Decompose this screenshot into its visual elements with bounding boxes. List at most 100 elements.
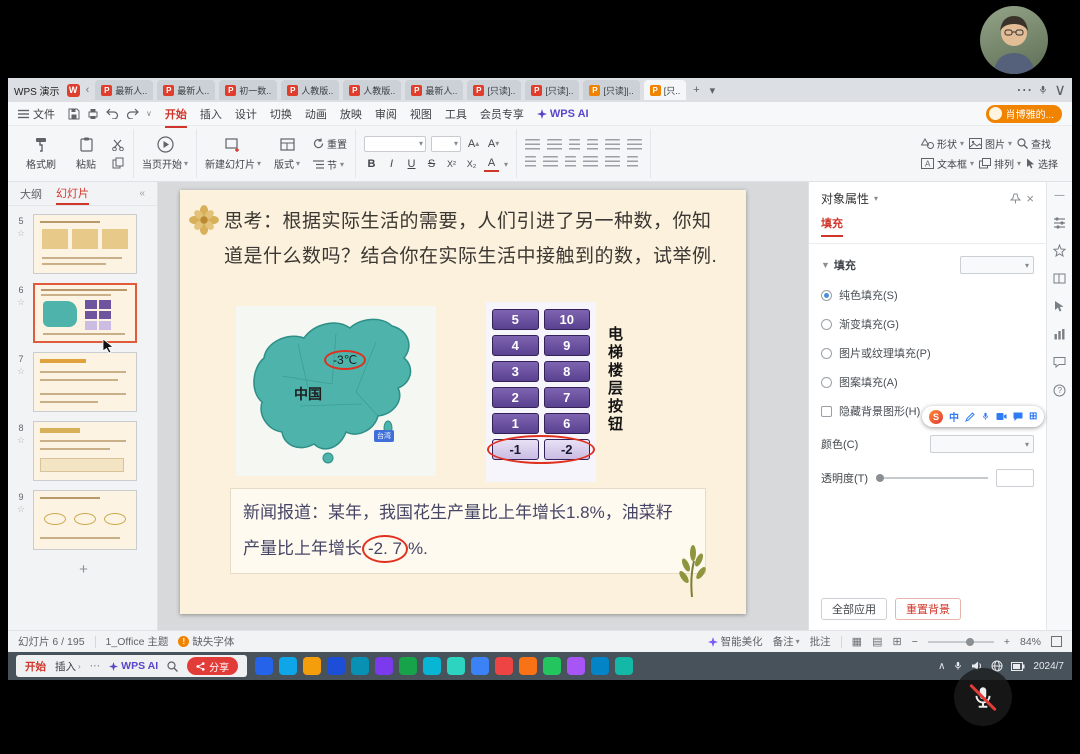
zoom-level[interactable]: 84%	[1020, 636, 1041, 648]
paste-button[interactable]: 粘贴	[67, 136, 105, 171]
menu-item-slideshow[interactable]: 放映	[340, 106, 362, 122]
pin-icon[interactable]	[1010, 193, 1021, 204]
font-color-button[interactable]: A	[484, 157, 499, 172]
taskbar-app-icon[interactable]	[591, 657, 609, 675]
slide-thumbnail-7[interactable]	[33, 352, 137, 412]
selection-pane-icon[interactable]	[1053, 300, 1066, 313]
layout-button[interactable]: 版式▾	[268, 136, 306, 171]
new-slide-button[interactable]: 新建幻灯片▾	[205, 136, 261, 171]
wps-s-logo[interactable]: S	[929, 410, 943, 424]
superscript-button[interactable]: X²	[444, 157, 459, 172]
shapes-button[interactable]: 形状▾	[921, 136, 964, 151]
undo-icon[interactable]	[106, 108, 119, 119]
tray-clock[interactable]: 2024/7	[1033, 661, 1064, 672]
textbox-button[interactable]: A 文本框▾	[921, 156, 974, 171]
document-tab[interactable]: P人教版..	[343, 80, 401, 100]
underline-button[interactable]: U	[404, 157, 419, 172]
properties-icon[interactable]	[1053, 216, 1066, 229]
more-icon[interactable]: ⋯	[1016, 80, 1032, 100]
document-tab[interactable]: P初一数..	[219, 80, 277, 100]
picture-button[interactable]: 图片▾	[969, 136, 1012, 151]
print-icon[interactable]	[87, 108, 99, 120]
chevron-down-icon[interactable]: ∨	[1054, 80, 1066, 100]
menu-item-wps-ai[interactable]: WPS AI	[537, 108, 589, 120]
chart-pane-icon[interactable]	[1053, 328, 1066, 341]
pen-icon[interactable]	[965, 412, 975, 422]
star-icon[interactable]: ☆	[17, 228, 25, 239]
color-dropdown[interactable]: ▾	[930, 435, 1034, 453]
help-icon[interactable]: ?	[1053, 384, 1066, 397]
tab-fill[interactable]: 填充	[821, 215, 843, 237]
close-icon[interactable]: ×	[1026, 191, 1034, 206]
arrange-button[interactable]: 排列▾	[979, 156, 1021, 171]
taskbar-app-icon[interactable]	[255, 657, 273, 675]
document-tab[interactable]: P[只读]..	[467, 80, 521, 100]
subscript-button[interactable]: X₂	[464, 157, 479, 172]
user-account-badge[interactable]: 肖博雅的...	[986, 105, 1062, 123]
transparency-slider[interactable]	[876, 477, 988, 479]
format-painter-button[interactable]: 格式刷	[22, 136, 60, 171]
wps-app-icon[interactable]: W	[67, 84, 80, 97]
font-family-select[interactable]: ▾	[364, 136, 426, 152]
chevron-down-icon[interactable]: ▾	[504, 160, 508, 169]
fill-option-row[interactable]: 纯色填充(S)	[821, 287, 1034, 303]
animation-pane-icon[interactable]	[1053, 244, 1066, 257]
play-from-current-button[interactable]: 当页开始▾	[142, 136, 188, 171]
taskbar-insert-tab[interactable]: 插入›	[55, 659, 81, 674]
taskbar-app-icon[interactable]	[471, 657, 489, 675]
notes-button[interactable]: 备注▾	[773, 634, 800, 649]
document-tab-active[interactable]: P[只..	[644, 80, 687, 100]
translate-icon[interactable]: 中	[949, 409, 959, 424]
taskbar-app-icon[interactable]	[447, 657, 465, 675]
more-icon[interactable]: ⋯	[90, 660, 101, 672]
missing-font-warning[interactable]: ! 缺失字体	[178, 634, 234, 649]
checkbox-hide-background[interactable]	[821, 406, 832, 417]
slide-6[interactable]: 思考：根据实际生活的需要，人们引进了另一种数，你知 道是什么数吗？结合你在实际生…	[180, 190, 746, 614]
taskbar-app-icon[interactable]	[279, 657, 297, 675]
menu-item-transition[interactable]: 切换	[270, 106, 292, 122]
chevron-down-icon[interactable]: ∨	[146, 109, 152, 118]
slide-thumbnail-9[interactable]	[33, 490, 137, 550]
taskbar-app-icon[interactable]	[519, 657, 537, 675]
normal-view-icon[interactable]: ▦	[852, 635, 862, 648]
transition-pane-icon[interactable]	[1053, 272, 1066, 285]
line-spacing-icon[interactable]	[605, 139, 620, 151]
italic-button[interactable]: I	[384, 157, 399, 172]
tab-scroll-left-icon[interactable]: ‹	[86, 84, 90, 96]
align-center-icon[interactable]	[543, 156, 558, 168]
star-icon[interactable]: ☆	[17, 297, 25, 308]
apply-all-button[interactable]: 全部应用	[821, 598, 887, 620]
taskbar-app-icon[interactable]	[351, 657, 369, 675]
taskbar-home-tab[interactable]: 开始	[25, 659, 46, 674]
increase-font-button[interactable]: A▴	[466, 136, 481, 151]
tray-mic-icon[interactable]	[953, 660, 963, 672]
redo-icon[interactable]	[126, 108, 139, 119]
cut-icon[interactable]	[112, 139, 125, 151]
taskbar-wps-ai[interactable]: WPS AI	[109, 660, 158, 672]
bold-button[interactable]: B	[364, 157, 379, 172]
copy-icon[interactable]	[112, 157, 124, 169]
section-collapse-icon[interactable]: ▼	[821, 260, 830, 270]
taskbar-app-icon[interactable]	[423, 657, 441, 675]
menu-item-review[interactable]: 审阅	[375, 106, 397, 122]
find-button[interactable]: 查找	[1017, 136, 1051, 151]
document-tab[interactable]: P[只读]|..	[583, 80, 639, 100]
slide-thumbnail-5[interactable]	[33, 214, 137, 274]
decrease-font-button[interactable]: A▾	[486, 136, 501, 151]
microphone-muted-overlay[interactable]	[954, 668, 1012, 726]
transparency-input[interactable]	[996, 469, 1034, 487]
document-tab[interactable]: P[只读]..	[525, 80, 579, 100]
menu-item-tools[interactable]: 工具	[445, 106, 467, 122]
comment-pane-icon[interactable]	[1053, 356, 1066, 369]
smart-beautify-button[interactable]: 智能美化	[708, 634, 763, 649]
taskbar-app-icon[interactable]	[615, 657, 633, 675]
bullets-icon[interactable]	[525, 139, 540, 151]
radio-pattern-fill[interactable]	[821, 377, 832, 388]
columns-icon[interactable]	[605, 156, 620, 168]
tab-slides[interactable]: 幻灯片	[56, 182, 89, 205]
share-button[interactable]: 分享	[187, 657, 238, 675]
text-direction-icon[interactable]	[627, 139, 642, 151]
star-icon[interactable]: ☆	[17, 504, 25, 515]
star-icon[interactable]: ☆	[17, 435, 25, 446]
taskbar-app-icon[interactable]	[567, 657, 585, 675]
